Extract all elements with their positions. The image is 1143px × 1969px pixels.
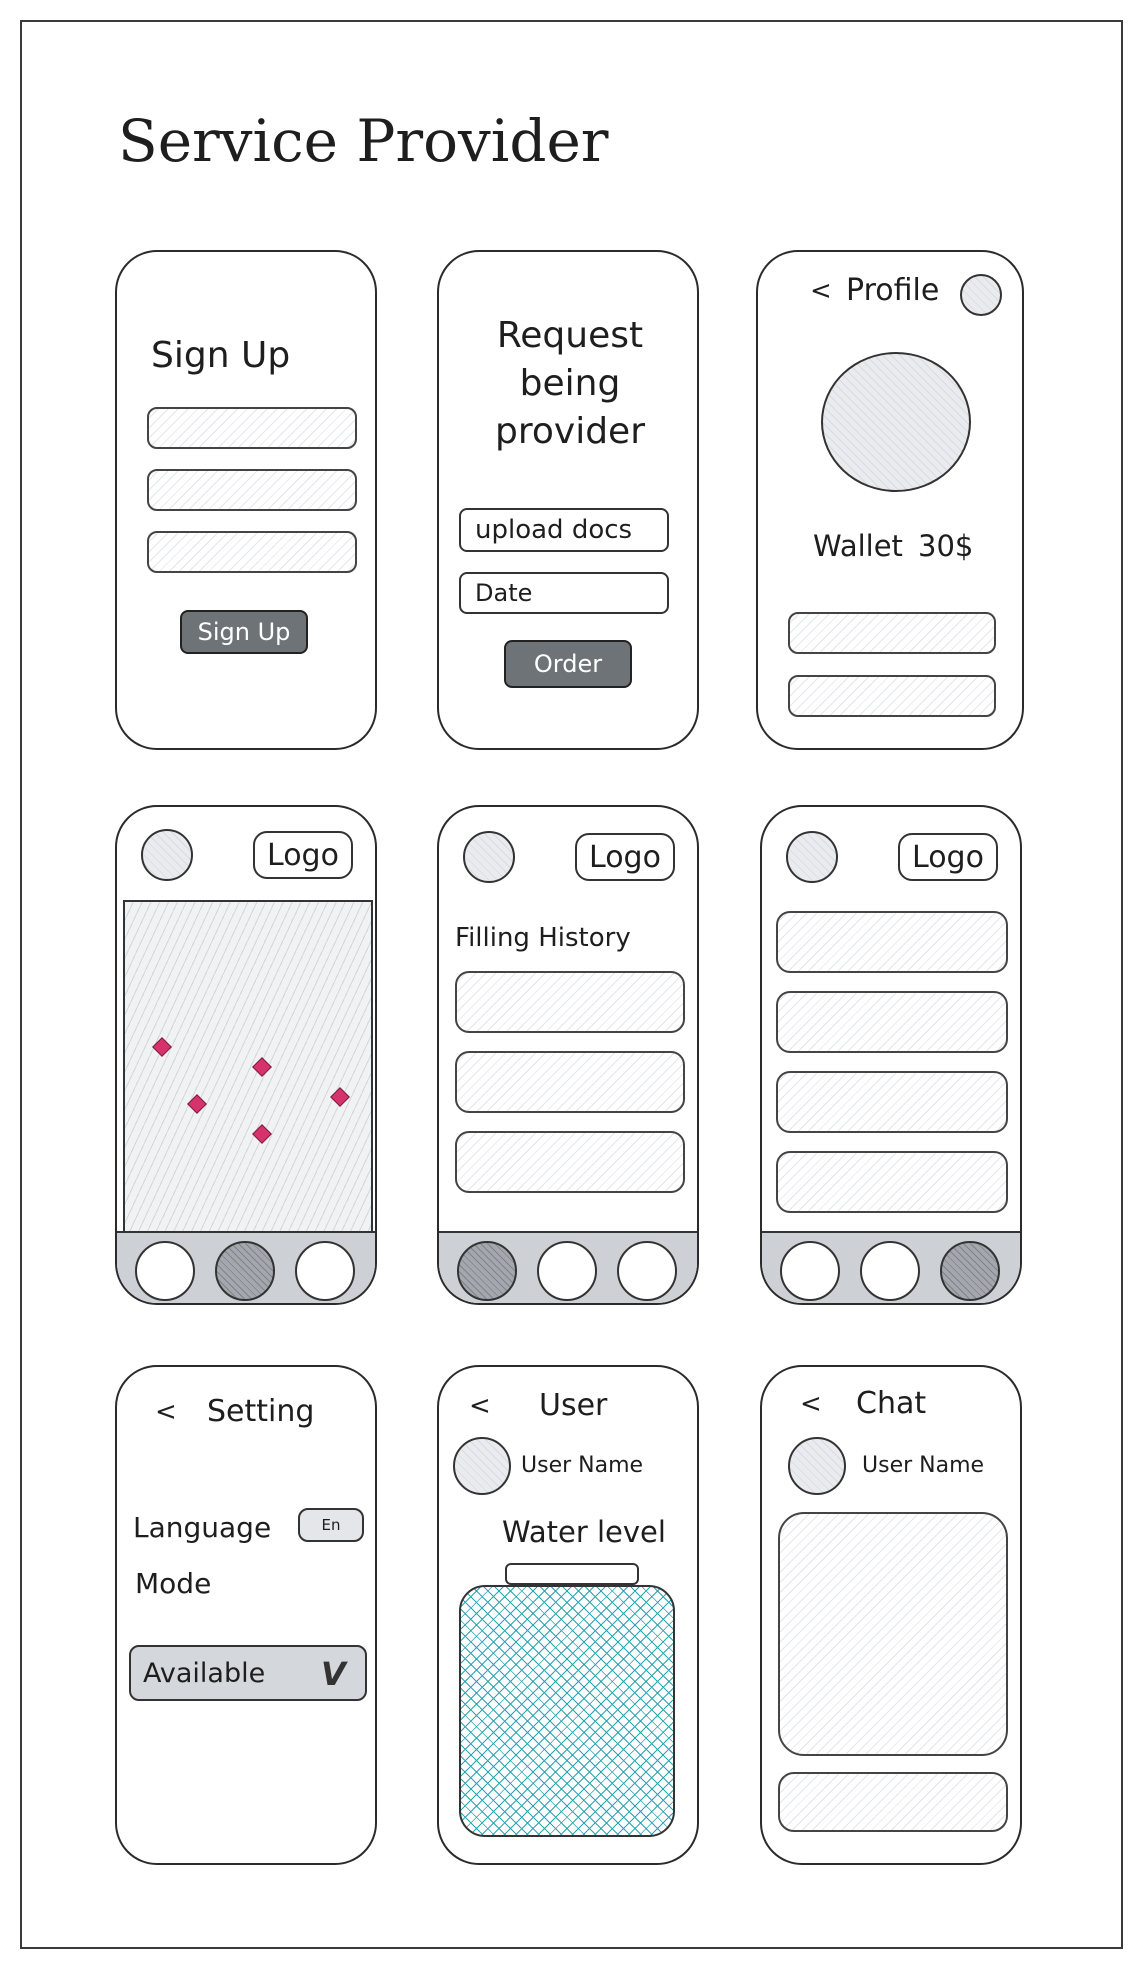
avatar-icon[interactable]: [786, 831, 838, 883]
wallet-value: 30$: [918, 529, 974, 563]
signup-field-3[interactable]: [147, 531, 357, 573]
signup-button[interactable]: Sign Up: [180, 610, 308, 654]
language-badge[interactable]: En: [298, 1508, 364, 1542]
map-pin-icon[interactable]: [252, 1124, 272, 1144]
nav-list-icon[interactable]: [940, 1241, 1000, 1301]
mode-label: Mode: [135, 1567, 212, 1600]
available-label: Available: [143, 1657, 266, 1689]
list-item-3[interactable]: [776, 1071, 1008, 1133]
page-title: Service Provider: [118, 107, 609, 175]
profile-photo: [821, 352, 971, 492]
avatar-icon[interactable]: [463, 831, 515, 883]
date-field[interactable]: Date: [459, 572, 669, 614]
chat-user-name: User Name: [862, 1453, 985, 1478]
nav-map-icon[interactable]: [537, 1241, 597, 1301]
nav-home-icon[interactable]: [780, 1241, 840, 1301]
nav-list-icon[interactable]: [617, 1241, 677, 1301]
map-view[interactable]: [123, 900, 373, 1238]
logo: Logo: [575, 833, 675, 881]
nav-home-icon[interactable]: [135, 1241, 195, 1301]
signup-field-1[interactable]: [147, 407, 357, 449]
nav-home-icon[interactable]: [457, 1241, 517, 1301]
setting-title: Setting: [207, 1394, 315, 1429]
signup-screen: Sign Up Sign Up: [115, 250, 377, 750]
list-item-1[interactable]: [776, 911, 1008, 973]
avatar-icon: [788, 1437, 846, 1495]
user-name: User Name: [521, 1453, 644, 1478]
water-level-label: Water level: [502, 1515, 666, 1549]
request-provider-screen: Request being provider upload docs Date …: [437, 250, 699, 750]
history-item-2[interactable]: [455, 1051, 685, 1113]
signup-field-2[interactable]: [147, 469, 357, 511]
bottom-nav: [762, 1231, 1020, 1303]
user-title: User: [539, 1388, 608, 1423]
back-icon[interactable]: <: [800, 1387, 822, 1421]
map-pin-icon[interactable]: [330, 1087, 350, 1107]
map-pin-icon[interactable]: [187, 1094, 207, 1114]
nav-list-icon[interactable]: [295, 1241, 355, 1301]
signup-heading: Sign Up: [151, 335, 291, 376]
list-item-2[interactable]: [776, 991, 1008, 1053]
back-icon[interactable]: <: [810, 274, 832, 308]
profile-field-1[interactable]: [788, 612, 996, 654]
list-screen: Logo: [760, 805, 1022, 1305]
avatar-icon[interactable]: [141, 829, 193, 881]
chat-title: Chat: [856, 1386, 927, 1421]
avatar-icon: [453, 1437, 511, 1495]
history-item-1[interactable]: [455, 971, 685, 1033]
chat-screen: < Chat User Name: [760, 1365, 1022, 1865]
map-screen: Logo: [115, 805, 377, 1305]
map-pin-icon[interactable]: [252, 1057, 272, 1077]
avatar-icon[interactable]: [960, 274, 1002, 316]
user-screen: < User User Name Water level: [437, 1365, 699, 1865]
back-icon[interactable]: <: [469, 1389, 491, 1423]
check-icon: V: [321, 1655, 346, 1693]
upload-docs-field[interactable]: upload docs: [459, 508, 669, 552]
logo: Logo: [253, 831, 353, 879]
back-icon[interactable]: <: [155, 1395, 177, 1429]
request-heading-line-2: being: [519, 363, 621, 404]
profile-screen: < Profile Wallet 30$: [756, 250, 1024, 750]
chat-messages-area[interactable]: [778, 1512, 1008, 1756]
profile-title: Profile: [846, 273, 940, 308]
bottom-nav: [117, 1231, 375, 1303]
nav-map-icon[interactable]: [215, 1241, 275, 1301]
request-heading-line-3: provider: [495, 411, 645, 452]
chat-input[interactable]: [778, 1772, 1008, 1832]
filling-history-screen: Logo Filling History: [437, 805, 699, 1305]
wallet-label: Wallet: [813, 529, 903, 563]
water-tank: [459, 1585, 675, 1837]
history-item-3[interactable]: [455, 1131, 685, 1193]
request-heading-line-1: Request: [496, 315, 644, 356]
nav-map-icon[interactable]: [860, 1241, 920, 1301]
available-toggle[interactable]: Available V: [129, 1645, 367, 1701]
list-item-4[interactable]: [776, 1151, 1008, 1213]
profile-field-2[interactable]: [788, 675, 996, 717]
history-heading: Filling History: [455, 923, 631, 953]
setting-screen: < Setting Language En Mode Available V: [115, 1365, 377, 1865]
tank-cap: [505, 1563, 639, 1585]
map-pin-icon[interactable]: [152, 1037, 172, 1057]
order-button[interactable]: Order: [504, 640, 632, 688]
language-label: Language: [133, 1511, 272, 1544]
bottom-nav: [439, 1231, 697, 1303]
logo: Logo: [898, 833, 998, 881]
